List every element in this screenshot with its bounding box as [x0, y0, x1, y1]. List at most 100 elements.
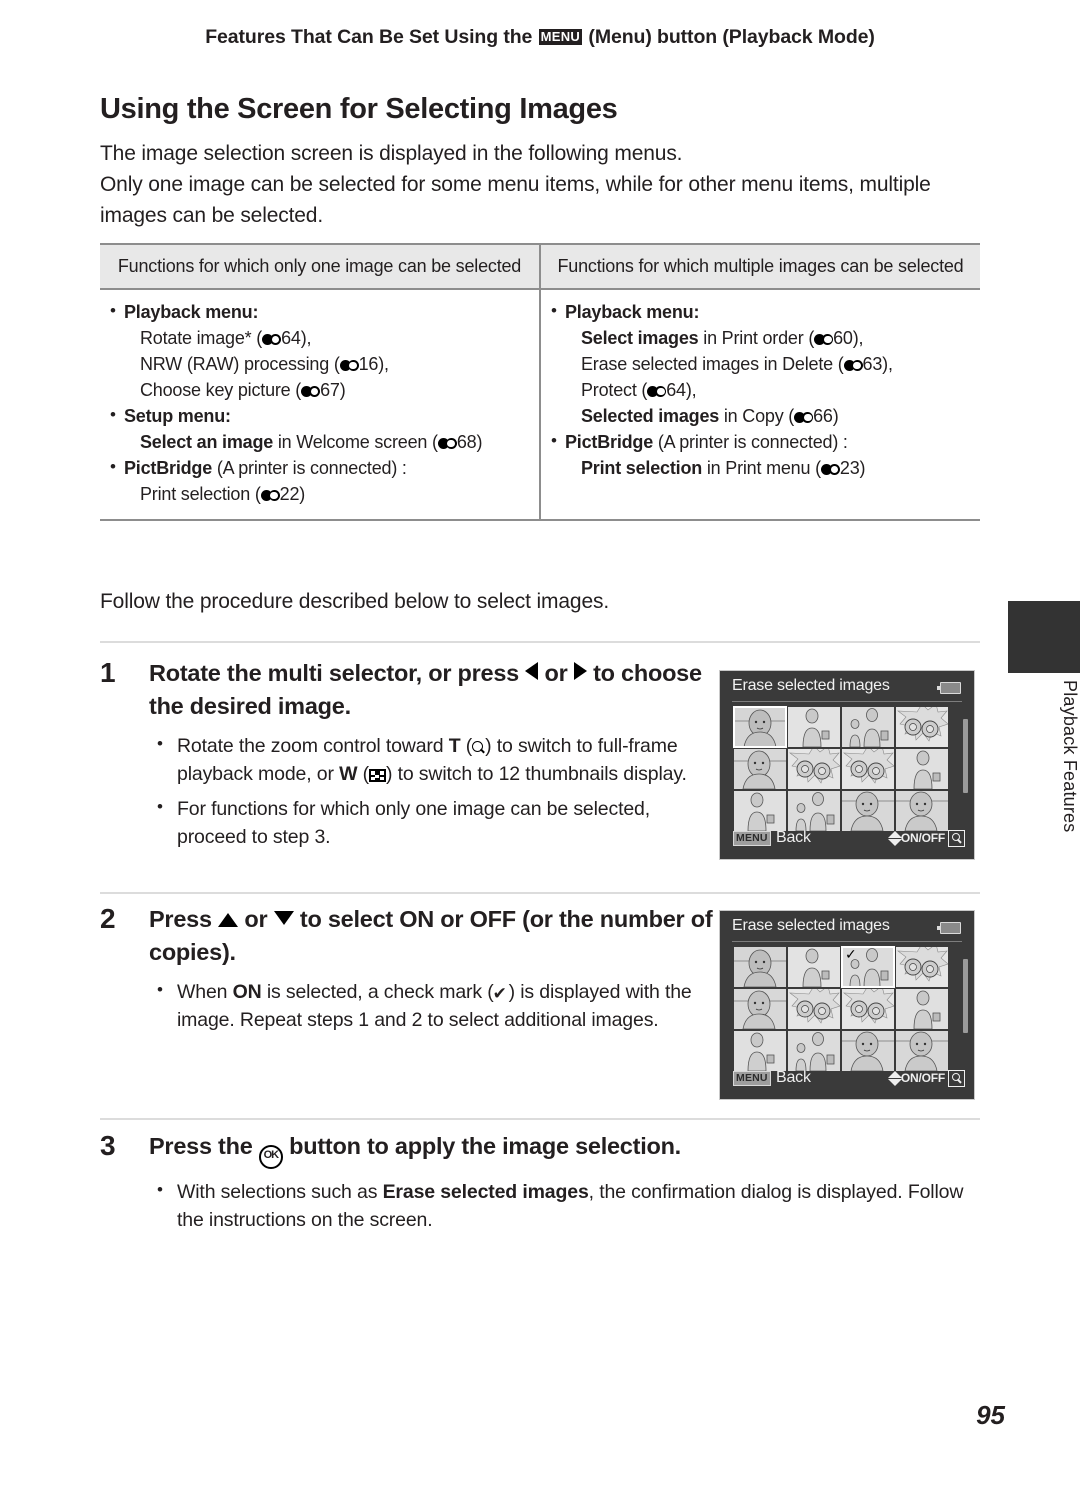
photo-portrait-closeup — [734, 749, 786, 789]
on-label: ON — [399, 906, 435, 932]
title-divider — [732, 701, 962, 702]
thumbnail-cell[interactable] — [788, 749, 840, 789]
thumbnail-cell[interactable] — [734, 749, 786, 789]
entry-ref: 22 — [279, 484, 300, 504]
check-mark-icon: ✓ — [845, 947, 857, 962]
photo-woman-bag — [788, 947, 840, 987]
photo-portrait-closeup — [734, 989, 786, 1029]
menu-tag-icon: MENU — [733, 831, 771, 846]
thumbnail-cell[interactable] — [788, 791, 840, 831]
entry-ref: 67 — [320, 380, 340, 400]
section-tab-marker — [1008, 601, 1080, 673]
page-number: 95 — [976, 1400, 1005, 1430]
entry-ref: 68 — [456, 432, 477, 452]
thumbnail-cell[interactable] — [734, 791, 786, 831]
right-arrow-icon — [573, 662, 587, 680]
entry-ref: 66 — [813, 406, 833, 426]
entry-text: in Print order ( — [698, 328, 815, 348]
up-arrow-icon — [218, 913, 239, 927]
thumbnail-cell[interactable] — [842, 1031, 894, 1071]
step-divider-3 — [100, 1118, 980, 1120]
entry-text: in Welcome screen ( — [273, 432, 438, 452]
step-3-heading: Press the OK button to apply the image s… — [149, 1130, 980, 1169]
intro-line-2: Only one image can be selected for some … — [100, 173, 931, 227]
battery-icon — [937, 682, 961, 694]
entry: Print selection (22) — [124, 481, 531, 507]
running-header: Features That Can Be Set Using the MENU … — [0, 26, 1080, 49]
photo-woman-bag — [734, 1031, 786, 1071]
thumbnail-cell[interactable] — [788, 947, 840, 987]
entry: NRW (RAW) processing (16), — [124, 351, 531, 377]
entry-text: in Copy ( — [719, 406, 795, 426]
photo-woman-bag — [896, 989, 948, 1029]
bullet-text: With selections such as — [177, 1181, 383, 1203]
photo-portrait-closeup — [896, 791, 948, 831]
page-ref-icon — [820, 464, 840, 475]
magnify-icon — [472, 741, 485, 754]
thumbnail-cell[interactable] — [896, 791, 948, 831]
bullet-text: is selected, a check mark ( — [261, 981, 494, 1003]
thumbnail-cell[interactable] — [842, 989, 894, 1029]
thumbnail-cell[interactable] — [734, 1031, 786, 1071]
page-ref-icon — [437, 438, 457, 449]
list-item: PictBridge (A printer is connected) : Pr… — [549, 428, 972, 481]
entry-post: ), — [685, 380, 697, 400]
table-cell-multiple: Playback menu: Select images in Print or… — [540, 289, 980, 521]
photo-flowers — [788, 989, 840, 1029]
photo-portrait-closeup — [896, 1031, 948, 1071]
step-2-heading-c: to select — [293, 906, 400, 932]
entry-post: ), — [300, 328, 312, 348]
page-ref-icon — [647, 386, 667, 397]
list-item: Setup menu: Select an image in Welcome s… — [108, 402, 531, 455]
thumbnail-cell[interactable] — [788, 1031, 840, 1071]
section-tab-label: Playback Features — [1060, 680, 1080, 833]
thumbnail-cell[interactable] — [896, 1031, 948, 1071]
thumbnail-cell[interactable] — [842, 791, 894, 831]
thumbnail-cell[interactable] — [734, 947, 786, 987]
list-item: When ON is selected, a check mark () is … — [149, 976, 715, 1034]
thumbnail-cell[interactable] — [733, 706, 787, 748]
group-label-tail: (A printer is connected) : — [653, 432, 848, 452]
thumbnail-cell[interactable] — [896, 947, 948, 987]
manual-page: Features That Can Be Set Using the MENU … — [0, 0, 1080, 1486]
magnify-icon — [948, 1070, 965, 1087]
thumbnail-cell[interactable] — [788, 989, 840, 1029]
functions-table: Functions for which only one image can b… — [100, 243, 980, 521]
bullet-text: Rotate the zoom control toward — [177, 735, 449, 757]
scrollbar[interactable] — [963, 959, 968, 1033]
photo-flowers — [842, 989, 894, 1029]
thumbnail-grid — [733, 706, 950, 831]
bullet-text: When — [177, 981, 233, 1003]
entry-ref: 63 — [862, 354, 883, 374]
thumbnail-cell[interactable] — [842, 707, 894, 747]
scrollbar[interactable] — [963, 719, 968, 793]
entry-text: NRW (RAW) processing ( — [140, 354, 340, 374]
page-ref-icon — [301, 386, 321, 397]
step-3-heading-b: button to apply the image selection. — [282, 1133, 681, 1159]
thumbnail-cell[interactable] — [896, 989, 948, 1029]
thumbnail-cell[interactable] — [896, 707, 948, 747]
menu-tag-icon: MENU — [733, 1071, 771, 1086]
thumbnail-cell[interactable] — [896, 749, 948, 789]
onoff-label: ON/OFF — [900, 831, 945, 845]
menu-button-glyph: MENU — [538, 29, 583, 45]
list-item: Rotate the zoom control toward T () to s… — [149, 730, 715, 788]
screen-title: Erase selected images — [732, 677, 890, 694]
entry-text: Choose key picture ( — [140, 380, 302, 400]
thumbnail-cell[interactable] — [842, 749, 894, 789]
list-item: PictBridge (A printer is connected) : Pr… — [108, 454, 531, 507]
step-divider-2 — [100, 892, 980, 894]
intro-line-1: The image selection screen is displayed … — [100, 142, 683, 165]
thumbnail-cell-selected[interactable]: ✓ — [841, 946, 895, 988]
photo-portrait — [734, 707, 786, 747]
photo-adult-child — [788, 1031, 840, 1071]
thumbnail-cell[interactable] — [734, 989, 786, 1029]
thumbnail-cell[interactable] — [788, 707, 840, 747]
photo-adult-child — [788, 791, 840, 831]
onoff-label: ON/OFF — [900, 1071, 945, 1085]
step-2-heading-a: Press — [149, 906, 219, 932]
list-item: For functions for which only one image c… — [149, 793, 715, 851]
table-header-single: Functions for which only one image can b… — [100, 243, 541, 290]
entry-bold: Select an image — [140, 432, 274, 452]
thumbnail-grid-icon — [368, 769, 386, 782]
